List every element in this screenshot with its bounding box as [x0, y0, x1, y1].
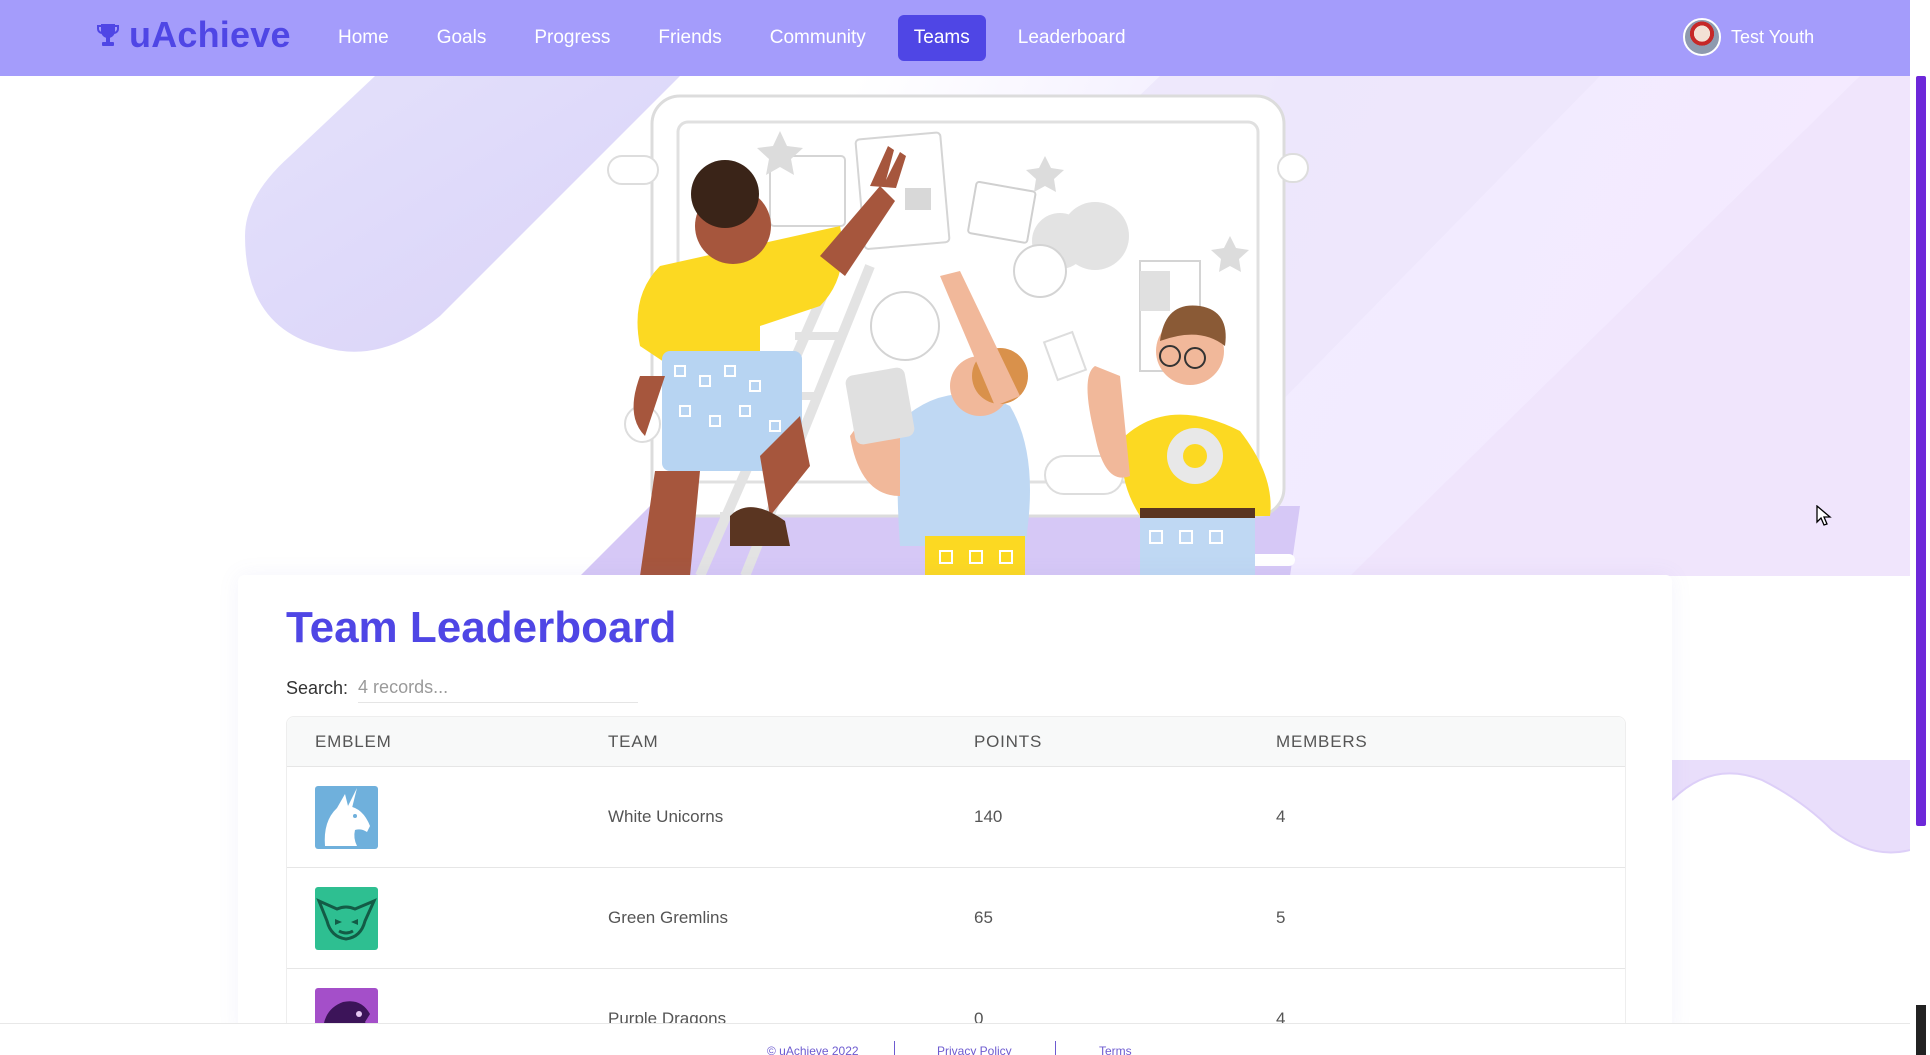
leaderboard-card: Team Leaderboard Search: EMBLEM TEAM POI…	[238, 575, 1672, 1055]
hero-banner	[0, 76, 1910, 576]
table-header: EMBLEM TEAM POINTS MEMBERS	[287, 717, 1625, 767]
search-label: Search:	[286, 677, 349, 698]
table-row[interactable]: Green Gremlins 65 5	[287, 868, 1625, 969]
user-menu[interactable]: Test Youth	[1683, 18, 1814, 56]
search-row: Search:	[286, 673, 639, 703]
team-points: 140	[974, 807, 1003, 826]
footer-copyright: © uAchieve 2022	[767, 1044, 859, 1055]
footer: © uAchieve 2022 Privacy Policy Terms	[0, 1023, 1910, 1055]
team-members: 5	[1276, 908, 1286, 927]
main-nav: Home Goals Progress Friends Community Te…	[322, 15, 1158, 61]
footer-divider	[894, 1041, 895, 1055]
team-points: 65	[974, 908, 993, 927]
nav-friends[interactable]: Friends	[642, 15, 737, 61]
nav-goals[interactable]: Goals	[421, 15, 503, 61]
gremlin-emblem-icon	[315, 886, 378, 950]
avatar	[1683, 18, 1721, 56]
decorative-wave	[1672, 760, 1910, 854]
nav-teams[interactable]: Teams	[897, 15, 986, 61]
nav-home[interactable]: Home	[322, 15, 405, 61]
team-illustration	[245, 76, 1910, 576]
team-members: 4	[1276, 807, 1286, 826]
column-header-members[interactable]: MEMBERS	[1276, 732, 1616, 752]
page-scrollbar-thumb[interactable]	[1916, 76, 1926, 826]
search-input[interactable]	[358, 673, 639, 703]
brand-logo-link[interactable]: uAchieve	[97, 14, 291, 56]
top-navbar: uAchieve Home Goals Progress Friends Com…	[0, 0, 1910, 76]
page-scrollbar-end	[1916, 1005, 1926, 1055]
team-name: Green Gremlins	[608, 908, 728, 927]
user-name: Test Youth	[1731, 26, 1815, 47]
nav-progress[interactable]: Progress	[518, 15, 626, 61]
page-title: Team Leaderboard	[286, 603, 677, 652]
brand-name: uAchieve	[129, 14, 291, 55]
team-name: White Unicorns	[608, 807, 724, 826]
unicorn-emblem-icon	[315, 785, 378, 849]
table-row[interactable]: White Unicorns 140 4	[287, 767, 1625, 868]
nav-leaderboard[interactable]: Leaderboard	[1002, 15, 1142, 61]
column-header-points[interactable]: POINTS	[974, 732, 1276, 752]
footer-divider	[1055, 1041, 1056, 1055]
column-header-team[interactable]: TEAM	[608, 732, 974, 752]
footer-privacy-link[interactable]: Privacy Policy	[937, 1044, 1012, 1055]
column-header-emblem[interactable]: EMBLEM	[287, 732, 608, 752]
team-leaderboard-table: EMBLEM TEAM POINTS MEMBERS White Unicorn…	[286, 716, 1626, 1055]
nav-community[interactable]: Community	[754, 15, 882, 61]
footer-terms-link[interactable]: Terms	[1099, 1044, 1132, 1055]
trophy-icon	[97, 24, 119, 46]
mouse-cursor-icon	[1816, 505, 1832, 526]
